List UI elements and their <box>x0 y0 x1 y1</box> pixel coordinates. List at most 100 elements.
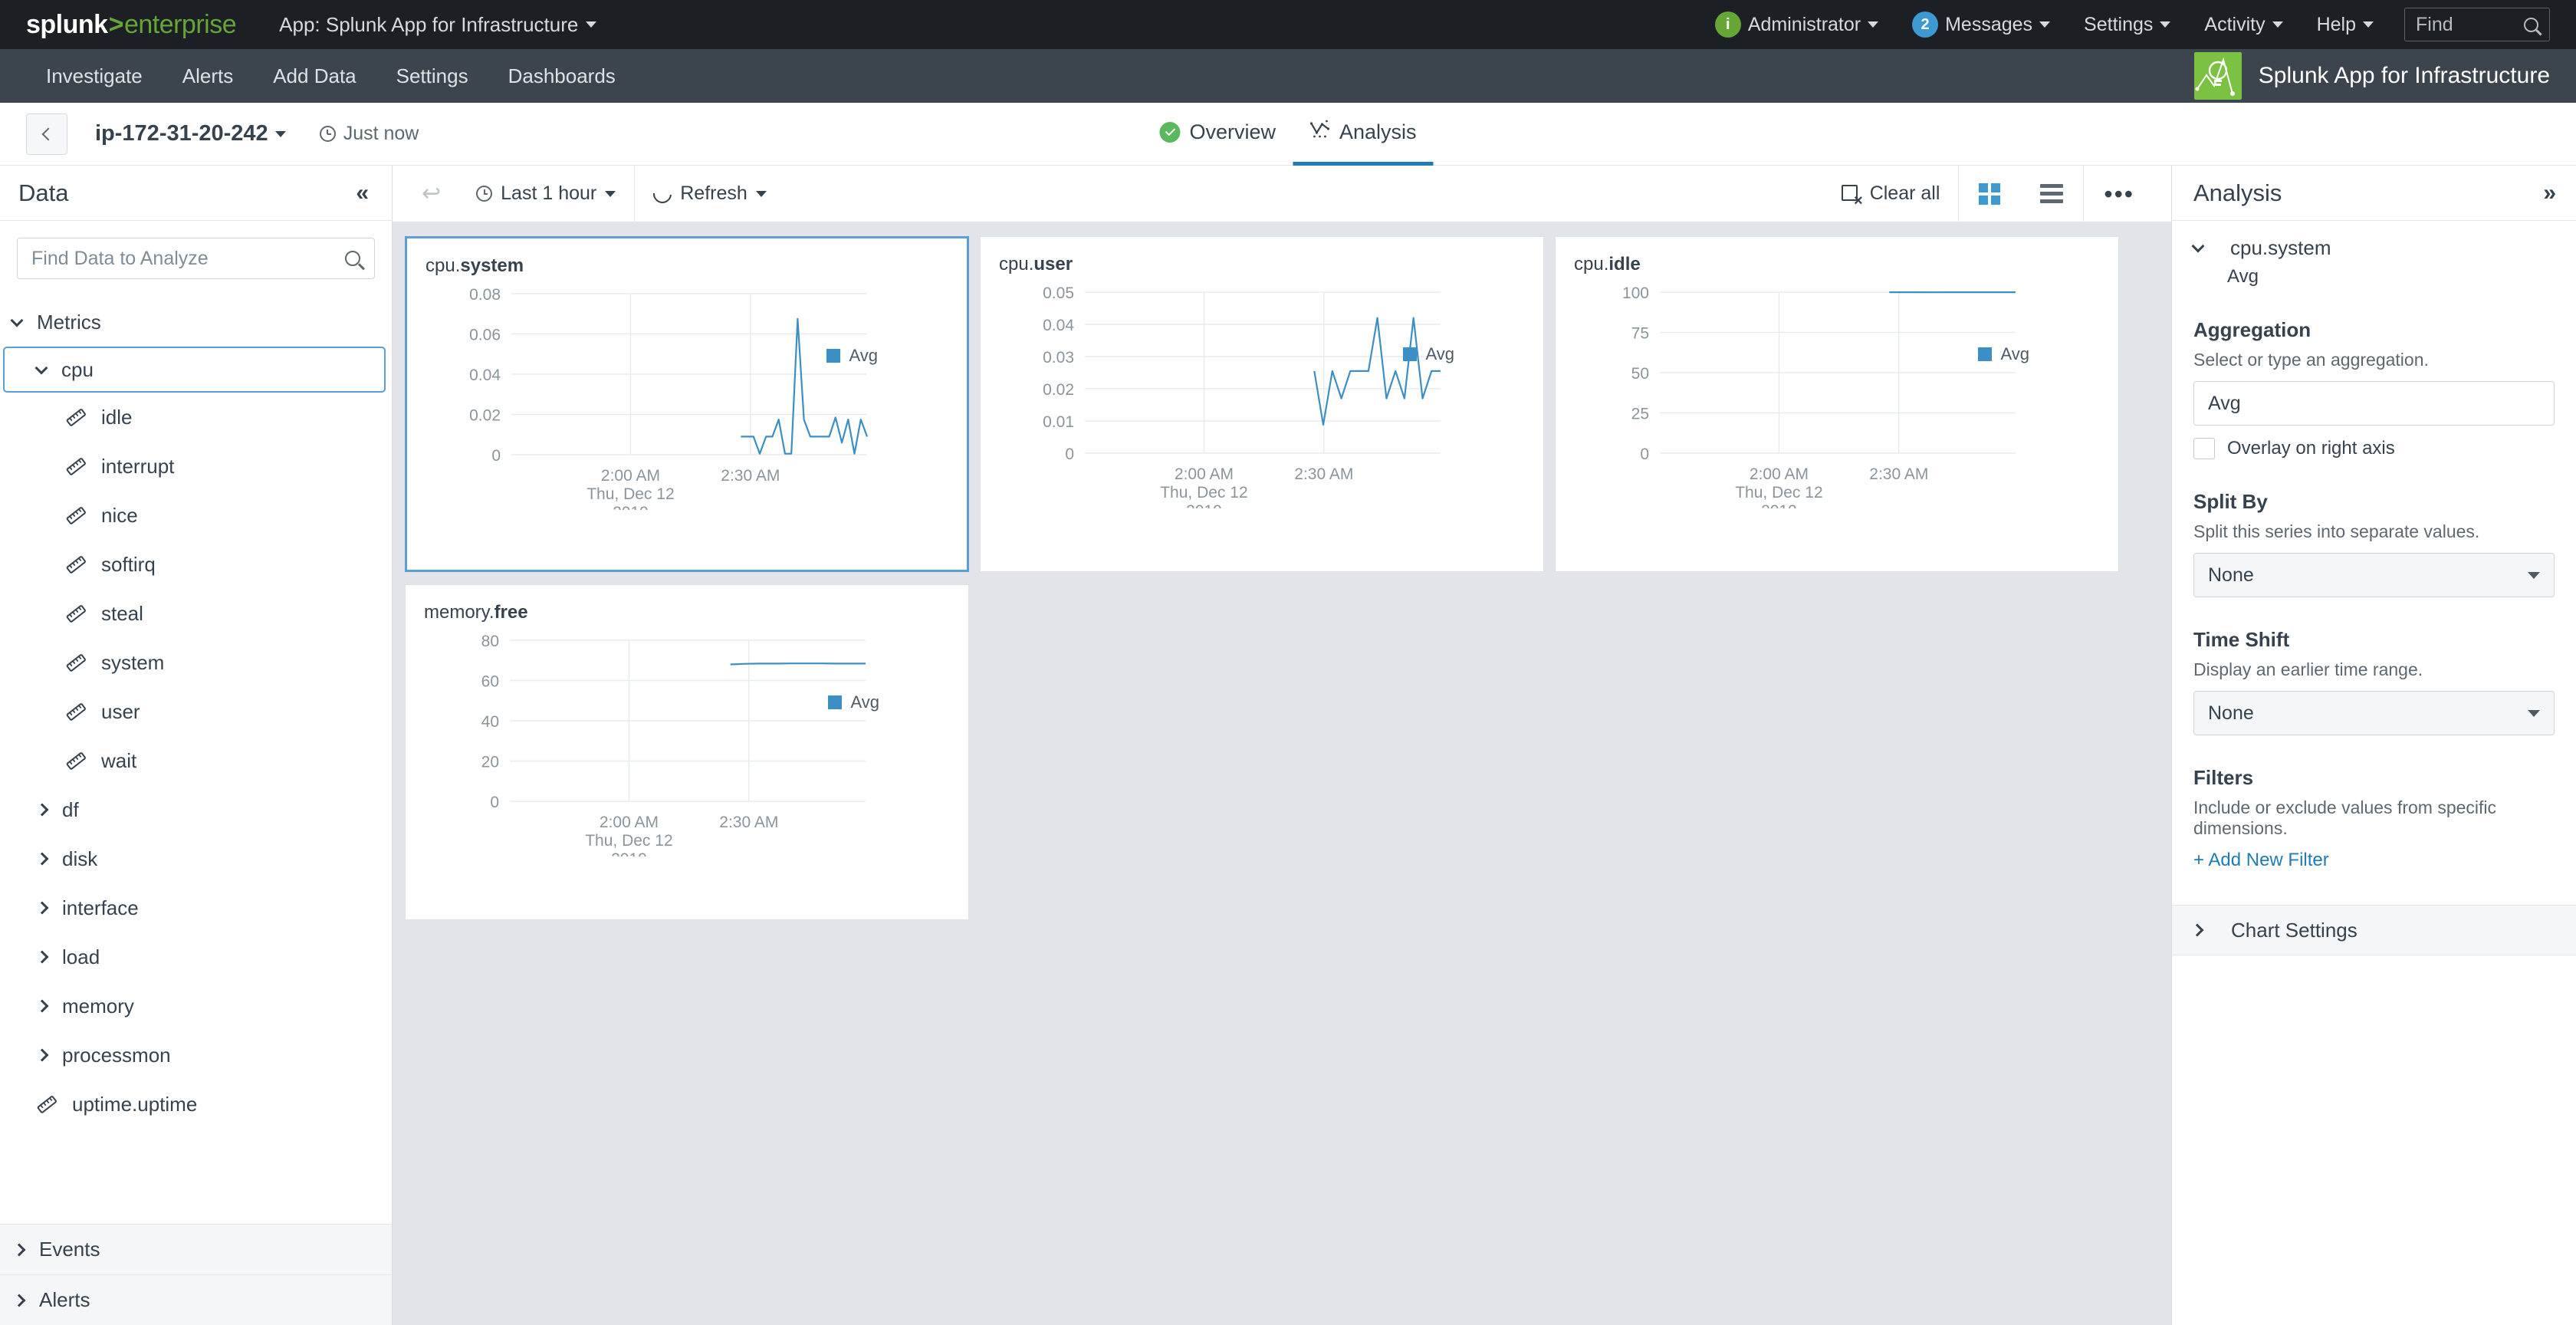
sidebar-item-memory[interactable]: memory <box>0 981 392 1031</box>
sidebar-item-label: load <box>62 945 100 968</box>
chevron-right-icon <box>35 803 49 817</box>
sidebar-item-system[interactable]: system <box>0 638 392 687</box>
find-data-input[interactable]: Find Data to Analyze <box>17 238 375 279</box>
ruler-icon <box>66 654 86 672</box>
data-tree-footer: Events Alerts <box>0 1224 392 1325</box>
more-options-button[interactable]: ••• <box>2084 166 2154 222</box>
tab-analysis[interactable]: Analysis <box>1292 103 1434 166</box>
chart-card[interactable]: cpu.user 0.05 0.04 0.03 0.02 0.01 0 2:00 AM 2:30… <box>980 236 1544 572</box>
sidebar-item-processmon[interactable]: processmon <box>0 1031 392 1080</box>
sidebar-section-events[interactable]: Events <box>0 1224 392 1274</box>
user-menu[interactable]: i Administrator <box>1698 0 1895 49</box>
selected-series-row[interactable]: cpu.system <box>2191 236 2555 260</box>
sidebar-item-load[interactable]: load <box>0 932 392 981</box>
svg-text:2019: 2019 <box>1761 502 1797 508</box>
find-input[interactable]: Find <box>2404 8 2550 41</box>
sidebar-item-interrupt[interactable]: interrupt <box>0 442 392 491</box>
svg-text:2:30 AM: 2:30 AM <box>1294 465 1353 483</box>
back-button[interactable] <box>26 113 67 155</box>
sidebar-item-label: processmon <box>62 1043 171 1067</box>
sidebar-item-uptime-uptime[interactable]: uptime.uptime <box>0 1080 392 1129</box>
activity-menu[interactable]: Activity <box>2187 0 2299 49</box>
sidebar-item-interface[interactable]: interface <box>0 883 392 932</box>
svg-text:2019: 2019 <box>1186 502 1222 508</box>
time-range-picker[interactable]: Last 1 hour <box>458 166 634 222</box>
split-by-description: Split this series into separate values. <box>2193 521 2480 541</box>
nav-item-alerts[interactable]: Alerts <box>163 64 253 88</box>
sidebar-item-label: memory <box>62 994 134 1018</box>
legend-swatch <box>1978 347 1993 361</box>
splunk-enterprise-logo[interactable]: splunk > enterprise <box>26 10 237 40</box>
sidebar-item-Metrics[interactable]: Metrics <box>0 298 392 347</box>
svg-text:2:00 AM: 2:00 AM <box>1750 465 1809 483</box>
help-menu[interactable]: Help <box>2300 0 2390 49</box>
svg-text:Thu, Dec 12: Thu, Dec 12 <box>586 485 674 503</box>
chart-settings-label: Chart Settings <box>2231 918 2358 942</box>
split-by-select[interactable]: None <box>2193 553 2555 597</box>
nav-item-dashboards[interactable]: Dashboards <box>488 64 636 88</box>
nav-item-investigate[interactable]: Investigate <box>26 64 163 88</box>
chart-card[interactable]: memory.free 80 60 40 20 0 2:00 AM 2:30 AM Thu, D… <box>405 584 969 920</box>
analysis-toolbar: ↩ Last 1 hour Refresh Clear all <box>393 165 2171 222</box>
chart-card-title: cpu.user <box>999 254 1073 275</box>
sidebar-item-label: disk <box>62 847 98 870</box>
chart-plot: 0.08 0.06 0.04 0.02 0 2:00 AM 2:30 AM Thu, Dec … <box>426 280 948 550</box>
time-shift-select[interactable]: None <box>2193 691 2555 735</box>
sidebar-item-cpu[interactable]: cpu <box>3 347 386 393</box>
sidebar-item-label: df <box>62 797 79 821</box>
list-view-button[interactable] <box>2020 166 2083 222</box>
clear-all-button[interactable]: Clear all <box>1823 166 1959 222</box>
sidebar-item-softirq[interactable]: softirq <box>0 540 392 589</box>
chevron-left-icon <box>41 127 55 140</box>
refresh-picker[interactable]: Refresh <box>635 166 785 222</box>
ruler-icon <box>66 752 86 770</box>
tab-overview[interactable]: Overview <box>1142 103 1293 166</box>
add-new-filter-link[interactable]: + Add New Filter <box>2193 850 2555 871</box>
svg-text:0: 0 <box>490 794 499 811</box>
settings-menu[interactable]: Settings <box>2067 0 2187 49</box>
app-navigation-bar: Investigate Alerts Add Data Settings Das… <box>0 49 2576 103</box>
sidebar-item-nice[interactable]: nice <box>0 491 392 540</box>
aggregation-input[interactable]: Avg <box>2193 381 2555 426</box>
sidebar-section-alerts[interactable]: Alerts <box>0 1274 392 1325</box>
top-navigation-right: i Administrator 2 Messages Settings Acti… <box>1698 0 2550 49</box>
grid-view-button[interactable] <box>1959 166 2020 222</box>
legend-swatch <box>828 695 843 709</box>
tab-overview-label: Overview <box>1189 120 1276 143</box>
chevron-down-icon <box>10 314 24 327</box>
sidebar-item-wait[interactable]: wait <box>0 736 392 785</box>
expand-panel-icon[interactable]: » <box>2543 181 2556 205</box>
settings-menu-label: Settings <box>2084 13 2154 35</box>
legend-label: Avg <box>2000 344 2029 363</box>
svg-text:75: 75 <box>1631 325 1649 343</box>
undo-icon[interactable]: ↩ <box>405 180 458 207</box>
svg-text:2:00 AM: 2:00 AM <box>600 814 659 831</box>
messages-menu[interactable]: 2 Messages <box>1895 0 2067 49</box>
search-icon <box>2524 17 2538 32</box>
app-selector-dropdown[interactable]: App: Splunk App for Infrastructure <box>279 12 597 37</box>
nav-item-settings[interactable]: Settings <box>376 64 488 88</box>
svg-text:2:00 AM: 2:00 AM <box>1175 465 1234 483</box>
chevron-right-icon <box>12 1243 26 1256</box>
sidebar-item-user[interactable]: user <box>0 687 392 736</box>
sidebar-item-df[interactable]: df <box>0 785 392 834</box>
chevron-down-icon <box>34 361 48 374</box>
chart-card[interactable]: cpu.system 0.08 0.06 0.04 0.02 0 2:00 AM 2:30 A… <box>405 236 969 572</box>
sidebar-item-label: interrupt <box>101 454 175 478</box>
collapse-sidebar-icon[interactable]: « <box>356 181 369 205</box>
nav-item-add-data[interactable]: Add Data <box>253 64 376 88</box>
chevron-down-icon <box>755 190 767 197</box>
svg-text:0.04: 0.04 <box>469 367 501 384</box>
chevron-down-icon <box>2160 21 2171 28</box>
entity-selector[interactable]: ip-172-31-20-242 <box>95 121 286 146</box>
chevron-down-icon <box>2363 21 2374 28</box>
sidebar-item-idle[interactable]: idle <box>0 393 392 442</box>
sidebar-item-steal[interactable]: steal <box>0 589 392 638</box>
sidebar-item-disk[interactable]: disk <box>0 834 392 883</box>
chart-card[interactable]: cpu.idle 100 75 50 25 0 2:00 AM 2:30 AM Thu, Dec… <box>1555 236 2119 572</box>
time-range-label: Last 1 hour <box>501 182 597 204</box>
app-selector-label: App: Splunk App for Infrastructure <box>279 12 579 36</box>
chart-settings-section[interactable]: Chart Settings <box>2172 905 2576 955</box>
overlay-right-axis-row[interactable]: Overlay on right axis <box>2193 438 2555 459</box>
overlay-right-axis-checkbox[interactable] <box>2193 438 2215 459</box>
